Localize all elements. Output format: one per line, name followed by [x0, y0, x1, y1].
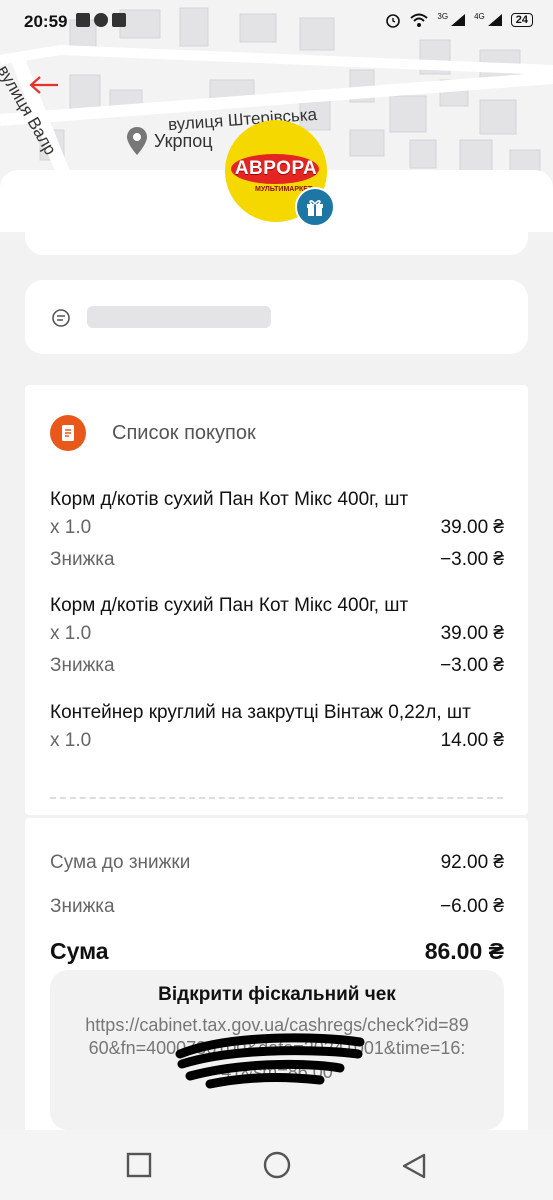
home-icon[interactable] [262, 1150, 292, 1180]
logo-brand-name: АВРОРА [234, 158, 318, 179]
map-poi[interactable]: Укрпоц [126, 126, 213, 156]
system-nav-bar [0, 1130, 553, 1200]
image-notification-icon [76, 13, 90, 27]
redaction-scribble [175, 1033, 365, 1089]
gmail-notification-icon [112, 13, 126, 27]
threads-notification-icon [94, 13, 108, 27]
wifi-icon [410, 13, 429, 27]
item-qty: x 1.0 [50, 622, 92, 644]
fiscal-receipt-title: Відкрити фіскальний чек [158, 984, 396, 1005]
item-discount-label: Знижка [50, 654, 115, 676]
total-label: Сума [50, 938, 109, 964]
discount-label: Знижка [50, 896, 115, 917]
alarm-icon [386, 14, 401, 28]
item-name: Корм д/котів сухий Пан Кот Мікс 400г, шт [50, 595, 409, 616]
map-pin-icon [127, 127, 147, 155]
battery-indicator: 24 [510, 13, 533, 27]
signal-3g-label: 3G [437, 11, 449, 21]
item-name: Корм д/котів сухий Пан Кот Мікс 400г, шт [50, 489, 409, 510]
item-qty: x 1.0 [50, 729, 92, 751]
subtotal-value: 92.00 ₴ [440, 852, 504, 873]
item-price: 14.00 ₴ [440, 729, 504, 751]
item-discount: −3.00 ₴ [440, 654, 504, 676]
total-row: Сума 86.00 ₴ [50, 938, 504, 965]
receipt-icon [50, 415, 86, 451]
gift-icon [307, 200, 323, 216]
signal-4g-label: 4G [474, 11, 485, 21]
summary-card: Сума до знижки 92.00 ₴ Знижка −6.00 ₴ Су… [25, 818, 528, 1138]
comment-card[interactable] [25, 280, 528, 354]
map-poi-label: Укрпоц [154, 130, 213, 151]
status-bar: 20:59 3G 4G 24 [0, 0, 553, 44]
notification-icons [76, 13, 126, 27]
list-item: Корм д/котів сухий Пан Кот Мікс 400г, шт… [50, 487, 504, 571]
item-price: 39.00 ₴ [440, 516, 504, 538]
comment-text-redacted [87, 306, 271, 328]
list-item: Корм д/котів сухий Пан Кот Мікс 400г, шт… [50, 593, 504, 677]
status-right: 3G 4G 24 [385, 12, 533, 28]
shopping-list-header: Список покупок [50, 415, 256, 451]
discount-value: −6.00 ₴ [440, 896, 504, 917]
subtotal-label: Сума до знижки [50, 852, 191, 873]
comment-icon [52, 309, 70, 327]
signal-icon-2 [487, 14, 502, 26]
status-time: 20:59 [24, 12, 68, 31]
item-price: 39.00 ₴ [440, 622, 504, 644]
discount-row: Знижка −6.00 ₴ [50, 896, 504, 918]
item-name: Контейнер круглий на закрутці Вінтаж 0,2… [50, 702, 471, 723]
item-discount: −3.00 ₴ [440, 548, 504, 570]
item-discount-label: Знижка [50, 548, 115, 570]
fiscal-receipt-link[interactable]: Відкрити фіскальний чек https://cabinet.… [50, 970, 504, 1130]
gift-badge[interactable] [295, 187, 335, 227]
shopping-list-title: Список покупок [112, 421, 256, 444]
shopping-list-card: Список покупок Корм д/котів сухий Пан Ко… [25, 385, 528, 815]
dashed-divider [50, 797, 503, 799]
total-value: 86.00 ₴ [424, 938, 504, 964]
list-item: Контейнер круглий на закрутці Вінтаж 0,2… [50, 700, 504, 752]
subtotal-row: Сума до знижки 92.00 ₴ [50, 852, 504, 874]
back-icon[interactable] [400, 1152, 428, 1180]
back-arrow-icon[interactable] [28, 74, 60, 96]
item-qty: x 1.0 [50, 516, 92, 538]
signal-icon [451, 14, 466, 26]
recent-apps-icon[interactable] [126, 1152, 152, 1178]
